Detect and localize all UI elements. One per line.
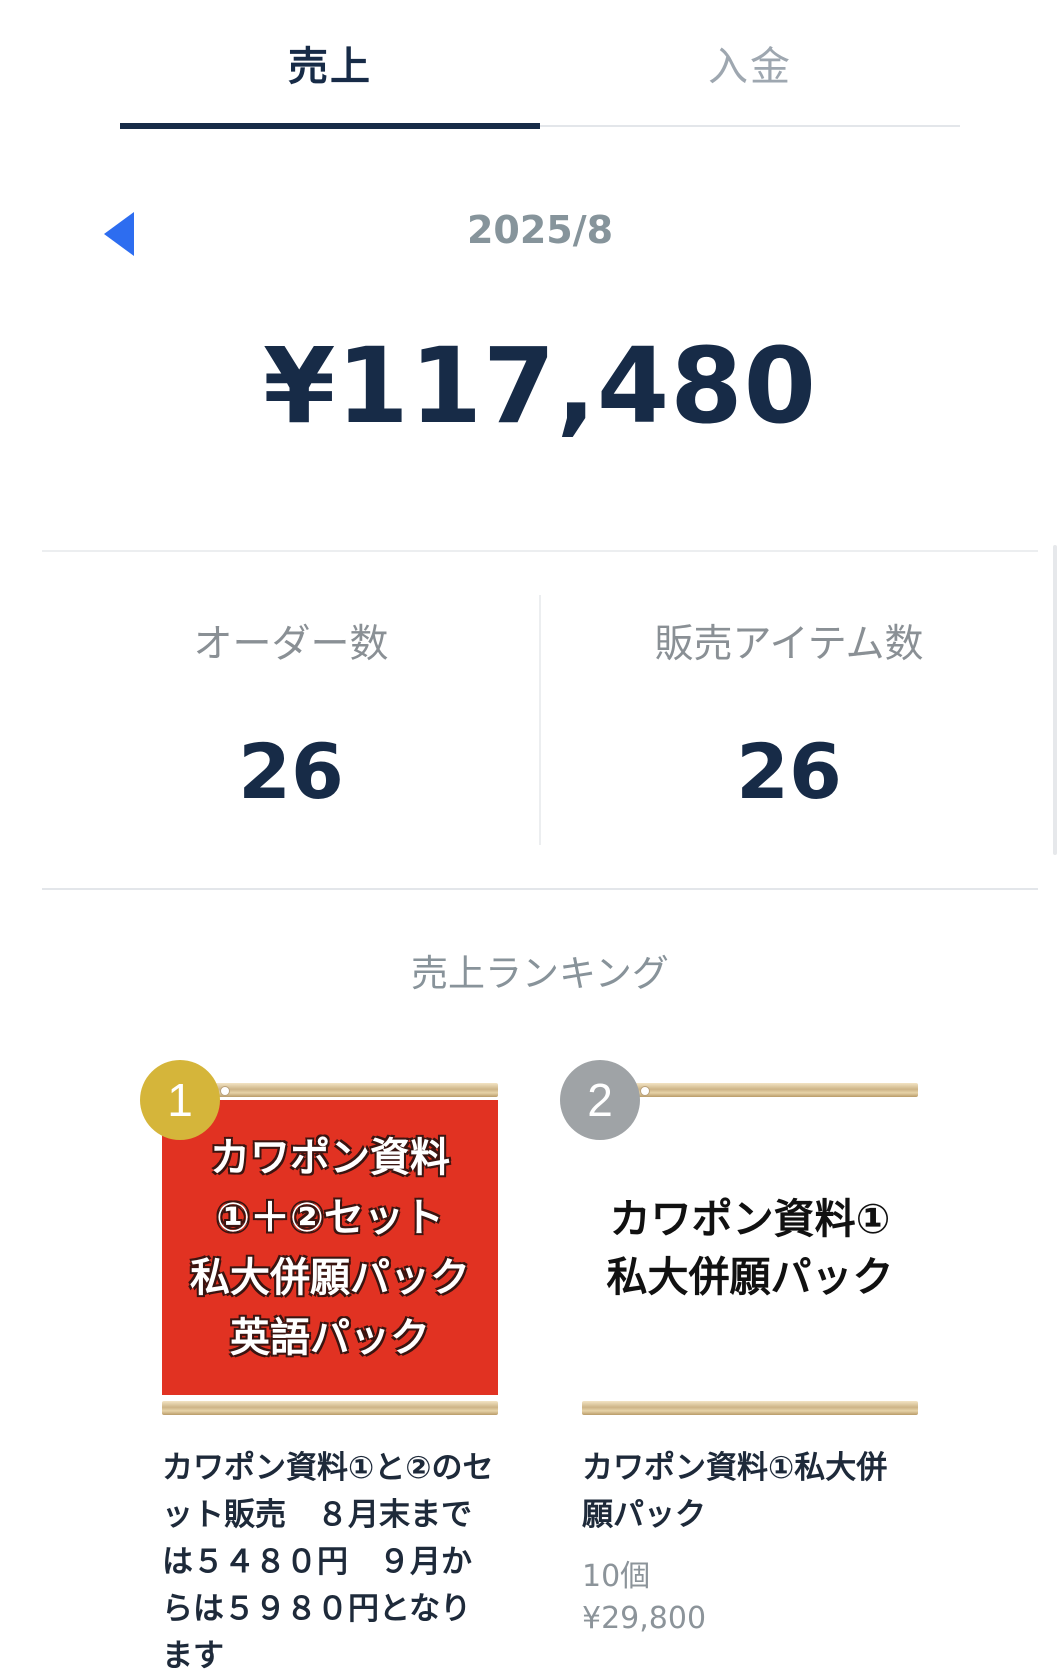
stat-items-value: 26: [736, 727, 842, 816]
tab-sales[interactable]: 売上: [120, 0, 540, 126]
item-name[interactable]: カワポン資料①と②のセット販売 ８月末までは５４８０円 ９月からは５９８０円とな…: [162, 1445, 498, 1680]
rank-badge-1: 1: [140, 1060, 220, 1140]
stat-items-label: 販売アイテム数: [654, 622, 924, 667]
stat-items: 販売アイテム数 26: [540, 615, 1038, 816]
item-name[interactable]: カワポン資料①私大併願パック: [582, 1445, 918, 1539]
tab-bar: 売上 入金: [120, 0, 960, 130]
ranking-item-2[interactable]: カワポン資料① 私大併願パック カワポン資料①私大併願パック 10個 ¥29,8…: [582, 1080, 918, 1636]
nail-icon: [640, 1086, 650, 1096]
product-thumbnail[interactable]: カワポン資料① 私大併願パック: [582, 1080, 918, 1415]
divider: [42, 888, 1038, 890]
product-thumbnail[interactable]: カワポン資料 ①＋②セット 私大併願パック 英語パック: [162, 1080, 498, 1415]
thumbnail-text: カワポン資料①: [609, 1194, 891, 1243]
scroll-rod-bottom: [162, 1401, 498, 1415]
triangle-left-icon[interactable]: [104, 212, 134, 256]
stat-orders-label: オーダー数: [193, 622, 389, 667]
sales-total: ¥117,480: [262, 325, 818, 447]
nail-icon: [220, 1086, 230, 1096]
scroll-edge: [1053, 545, 1057, 855]
stat-orders-value: 26: [238, 727, 344, 816]
ranking-item-1[interactable]: カワポン資料 ①＋②セット 私大併願パック 英語パック カワポン資料①と②のセッ…: [162, 1080, 498, 1680]
item-price: ¥29,800: [582, 1601, 707, 1636]
ranking-title: 売上ランキング: [411, 952, 669, 995]
thumbnail-text: カワポン資料: [210, 1134, 450, 1181]
thumbnail-text: 私大併願パック: [606, 1252, 894, 1301]
item-count: 10個: [582, 1559, 651, 1594]
thumbnail-text: ①＋②セット: [216, 1194, 444, 1241]
divider: [42, 550, 1038, 552]
thumbnail-text: 英語パック: [230, 1314, 430, 1361]
thumbnail-banner: カワポン資料 ①＋②セット 私大併願パック 英語パック: [162, 1100, 498, 1395]
rank-badge-2: 2: [560, 1060, 640, 1140]
scroll-rod-bottom: [582, 1401, 918, 1415]
month-label: 2025/8: [466, 208, 614, 252]
thumbnail-text: 私大併願パック: [190, 1254, 470, 1301]
active-tab-indicator: [120, 123, 540, 129]
stat-orders: オーダー数 26: [42, 615, 540, 816]
thumbnail-banner: カワポン資料① 私大併願パック: [582, 1100, 918, 1395]
tab-deposits[interactable]: 入金: [540, 0, 960, 126]
